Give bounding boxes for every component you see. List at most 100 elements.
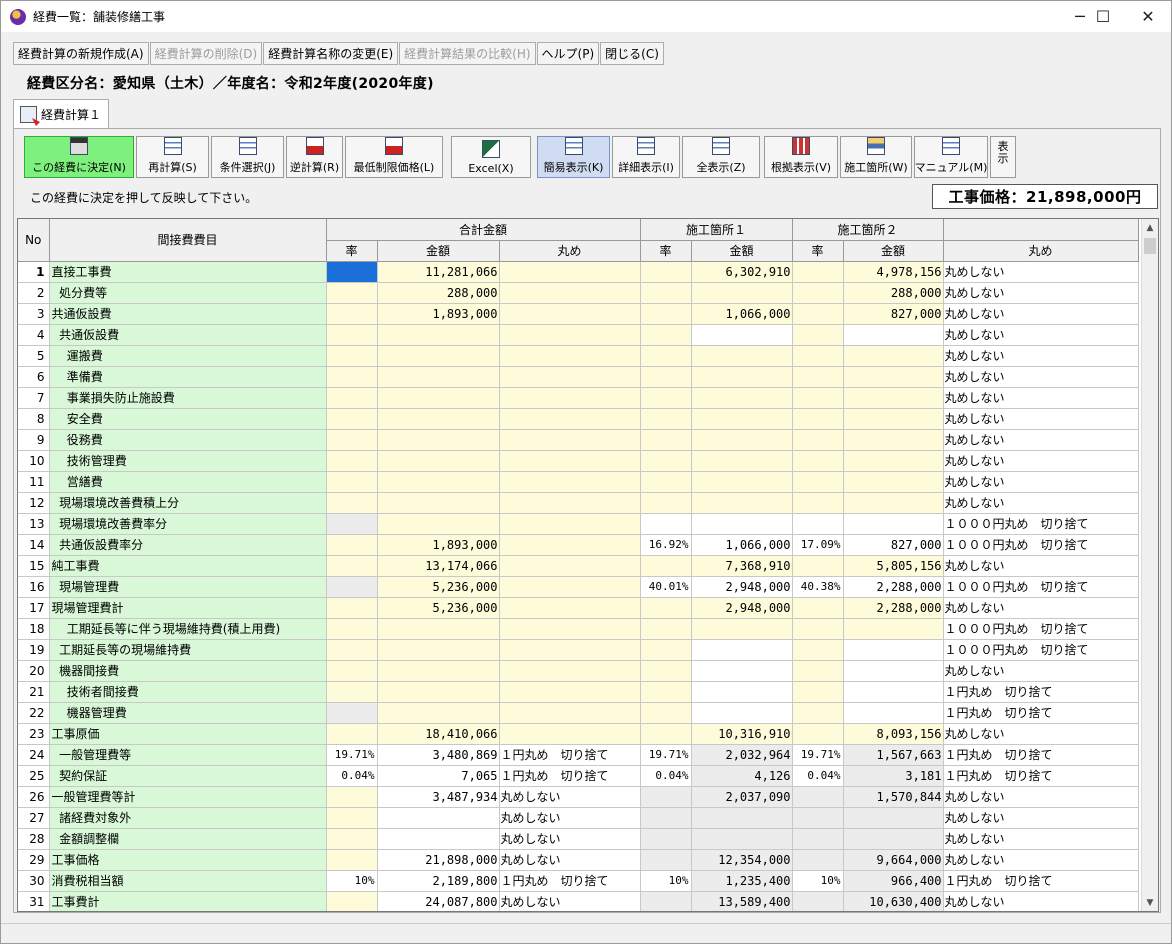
cell-a1[interactable] (691, 345, 793, 367)
cell-r2[interactable] (792, 471, 844, 493)
cell-a1[interactable]: 10,316,910 (691, 723, 793, 745)
cell-r1[interactable] (640, 828, 692, 850)
cell-a1[interactable] (691, 807, 793, 829)
cell-rnd2[interactable]: 丸めしない (943, 786, 1139, 808)
cell-r2[interactable] (792, 513, 844, 535)
cell-r[interactable] (326, 849, 378, 871)
cell-rnd[interactable]: 丸めしない (499, 891, 641, 911)
cell-r2[interactable] (792, 828, 844, 850)
toolbar-button-7[interactable]: 詳細表示(I) (612, 136, 680, 178)
menu-button-2[interactable]: 経費計算名称の変更(E) (263, 42, 399, 65)
cell-r2[interactable] (792, 723, 844, 745)
table-row[interactable]: 2 処分費等 288,000 288,000 丸めしない (18, 282, 1139, 304)
cell-amt[interactable]: 21,898,000 (377, 849, 500, 871)
cell-r1[interactable] (640, 702, 692, 724)
table-row[interactable]: 7 事業損失防止施設費 丸めしない (18, 387, 1139, 409)
cell-rnd2[interactable]: 丸めしない (943, 345, 1139, 367)
cell-a2[interactable]: 9,664,000 (843, 849, 944, 871)
cell-r[interactable] (326, 534, 378, 556)
cell-r[interactable] (326, 450, 378, 472)
cell-rnd2[interactable]: 丸めしない (943, 324, 1139, 346)
table-row[interactable]: 25 契約保証 0.04% 7,065 １円丸め 切り捨て 0.04% 4,126 0.04… (18, 765, 1139, 787)
cell-amt[interactable] (377, 345, 500, 367)
toolbar-button-1[interactable]: 再計算(S) (136, 136, 209, 178)
cell-a2[interactable] (843, 828, 944, 850)
cell-a2[interactable] (843, 450, 944, 472)
cell-a2[interactable] (843, 429, 944, 451)
cell-a2[interactable] (843, 618, 944, 640)
cell-rnd[interactable] (499, 345, 641, 367)
cell-r2[interactable] (792, 660, 844, 682)
cell-r2[interactable] (792, 324, 844, 346)
cell-amt[interactable] (377, 492, 500, 514)
table-row[interactable]: 9 役務費 丸めしない (18, 429, 1139, 451)
cell-rnd2[interactable]: 丸めしない (943, 387, 1139, 409)
cell-r1[interactable] (640, 618, 692, 640)
table-row[interactable]: 26 一般管理費等計 3,487,934 丸めしない 2,037,090 1,570,84… (18, 786, 1139, 808)
cell-r1[interactable] (640, 429, 692, 451)
cell-r[interactable]: 19.71% (326, 744, 378, 766)
scroll-up-icon[interactable]: ▲ (1142, 219, 1158, 236)
cell-r1[interactable] (640, 387, 692, 409)
cell-r2[interactable] (792, 786, 844, 808)
cell-a2[interactable]: 4,978,156 (843, 261, 944, 283)
cell-rnd[interactable] (499, 387, 641, 409)
table-row[interactable]: 8 安全費 丸めしない (18, 408, 1139, 430)
cell-rnd2[interactable]: 丸めしない (943, 828, 1139, 850)
table-row[interactable]: 3 共通仮設費 1,893,000 1,066,000 827,000 丸めしない (18, 303, 1139, 325)
cell-a2[interactable]: 8,093,156 (843, 723, 944, 745)
cell-a1[interactable]: 1,235,400 (691, 870, 793, 892)
cell-a2[interactable] (843, 324, 944, 346)
cell-r2[interactable] (792, 450, 844, 472)
cell-r[interactable] (326, 324, 378, 346)
cell-amt[interactable] (377, 639, 500, 661)
cell-amt[interactable] (377, 408, 500, 430)
cell-a2[interactable]: 1,570,844 (843, 786, 944, 808)
cell-a1[interactable] (691, 408, 793, 430)
cell-r[interactable] (326, 681, 378, 703)
cell-rnd[interactable]: １円丸め 切り捨て (499, 765, 641, 787)
cell-r1[interactable] (640, 450, 692, 472)
cell-a2[interactable] (843, 408, 944, 430)
table-row[interactable]: 4 共通仮設費 丸めしない (18, 324, 1139, 346)
cell-a2[interactable]: 5,805,156 (843, 555, 944, 577)
cell-a1[interactable] (691, 681, 793, 703)
cell-amt[interactable]: 13,174,066 (377, 555, 500, 577)
cell-a1[interactable]: 2,948,000 (691, 576, 793, 598)
cell-amt[interactable]: 5,236,000 (377, 576, 500, 598)
table-row[interactable]: 14 共通仮設費率分 1,893,000 16.92% 1,066,000 17.09%… (18, 534, 1139, 556)
cell-r2[interactable] (792, 282, 844, 304)
tab-calc-1[interactable]: 経費計算１ (13, 99, 109, 129)
table-row[interactable]: 15 純工事費 13,174,066 7,368,910 5,805,156 丸めしない (18, 555, 1139, 577)
cell-r1[interactable] (640, 723, 692, 745)
cell-a2[interactable] (843, 681, 944, 703)
cell-a2[interactable]: 827,000 (843, 534, 944, 556)
cell-r[interactable]: 0.04% (326, 765, 378, 787)
cell-amt[interactable] (377, 387, 500, 409)
cell-rnd2[interactable]: 丸めしない (943, 891, 1139, 911)
cell-rnd[interactable] (499, 450, 641, 472)
cell-rnd2[interactable]: 丸めしない (943, 849, 1139, 871)
cell-rnd2[interactable]: 丸めしない (943, 597, 1139, 619)
cell-r2[interactable]: 40.38% (792, 576, 844, 598)
table-row[interactable]: 18 工期延長等に伴う現場維持費(積上用費) １０００円丸め 切り捨て (18, 618, 1139, 640)
cell-r[interactable] (326, 639, 378, 661)
cell-amt[interactable]: 2,189,800 (377, 870, 500, 892)
cell-rnd2[interactable]: １０００円丸め 切り捨て (943, 534, 1139, 556)
cell-rnd[interactable] (499, 513, 641, 535)
cell-r[interactable] (326, 597, 378, 619)
cell-r[interactable] (326, 261, 378, 283)
cell-amt[interactable] (377, 807, 500, 829)
cell-r[interactable] (326, 387, 378, 409)
cell-r[interactable] (326, 366, 378, 388)
cell-r[interactable] (326, 828, 378, 850)
cell-r[interactable] (326, 618, 378, 640)
cell-rnd[interactable]: １円丸め 切り捨て (499, 744, 641, 766)
cell-r1[interactable]: 40.01% (640, 576, 692, 598)
cell-a1[interactable]: 2,032,964 (691, 744, 793, 766)
cell-r2[interactable] (792, 408, 844, 430)
toolbar-button-2[interactable]: 条件選択(J) (211, 136, 284, 178)
cell-a2[interactable] (843, 387, 944, 409)
cell-a1[interactable] (691, 387, 793, 409)
cell-a2[interactable]: 827,000 (843, 303, 944, 325)
